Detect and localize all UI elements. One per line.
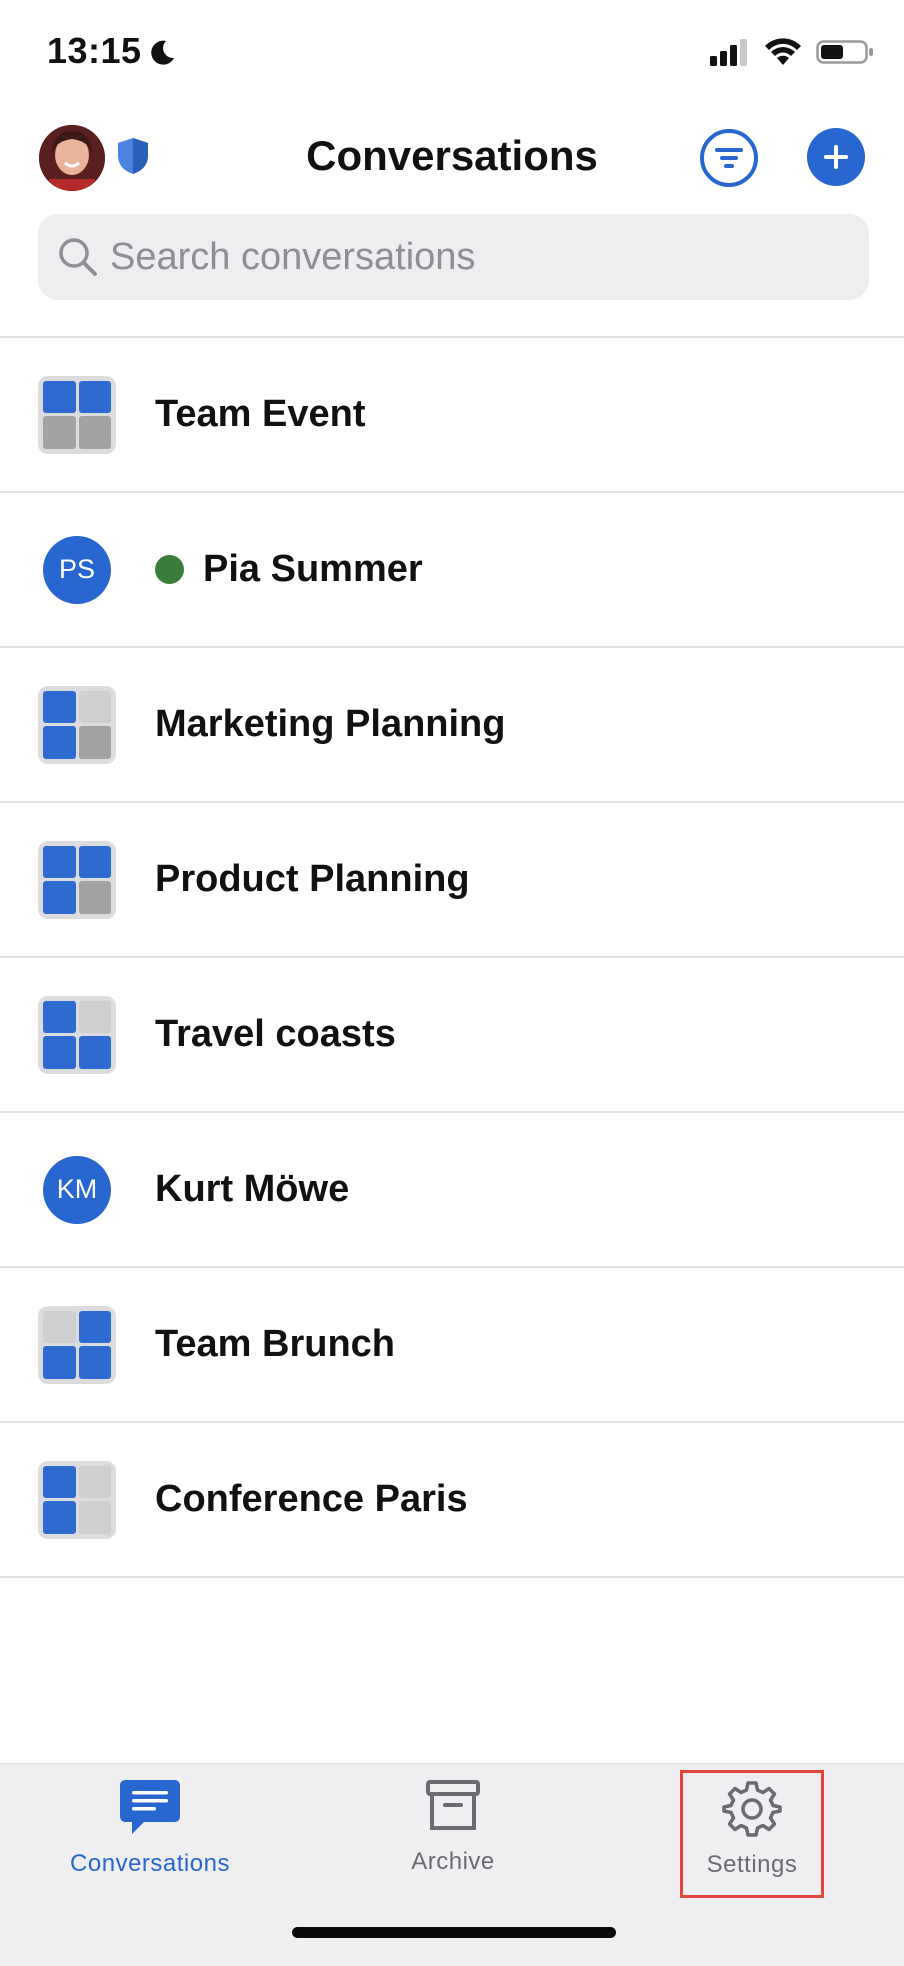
tab-label: Archive <box>411 1848 495 1875</box>
system-indicators <box>710 38 874 66</box>
group-avatar-icon <box>38 995 116 1074</box>
group-avatar-icon <box>38 1460 116 1539</box>
conversation-name: Pia Summer <box>203 548 423 590</box>
plus-icon <box>824 145 848 169</box>
group-avatar-icon <box>38 840 116 919</box>
conversation-row-team-event[interactable]: Team Event <box>0 338 904 493</box>
header: Conversations <box>0 110 904 210</box>
home-indicator-bar <box>292 1927 616 1938</box>
filter-icon <box>715 148 743 168</box>
group-avatar-icon <box>38 1305 116 1384</box>
gear-icon <box>722 1781 782 1837</box>
conversation-list: Team Event PS Pia Summer Marketing Plann… <box>0 336 904 1578</box>
initials-avatar: PS <box>43 535 111 604</box>
search-bar <box>38 214 869 300</box>
conversation-row-product-planning[interactable]: Product Planning <box>0 803 904 958</box>
filter-button[interactable] <box>700 129 758 187</box>
online-status-dot <box>155 555 184 584</box>
initials-avatar: KM <box>43 1155 111 1224</box>
battery-icon <box>816 40 873 64</box>
tab-settings[interactable]: Settings <box>680 1770 824 1898</box>
page-title: Conversations <box>306 132 598 179</box>
conversation-name: Team Event <box>155 393 366 435</box>
tab-label: Settings <box>706 1851 798 1878</box>
conversation-name: Travel coasts <box>155 1013 396 1055</box>
search-input[interactable] <box>110 235 830 279</box>
tab-label: Conversations <box>70 1850 230 1877</box>
conversation-row-marketing-planning[interactable]: Marketing Planning <box>0 648 904 803</box>
conversation-row-team-brunch[interactable]: Team Brunch <box>0 1268 904 1423</box>
wifi-icon <box>765 38 801 65</box>
status-bar: 13:15 <box>0 0 904 110</box>
conversation-name: Kurt Möwe <box>155 1168 350 1210</box>
conversation-name: Conference Paris <box>155 1478 468 1520</box>
search-icon <box>59 238 97 276</box>
conversation-name: Marketing Planning <box>155 703 506 745</box>
chat-bubble-icon <box>120 1780 180 1834</box>
group-avatar-icon <box>38 375 116 454</box>
signal-icon <box>710 39 747 66</box>
conversation-name: Team Brunch <box>155 1323 396 1365</box>
group-avatar-icon <box>38 685 116 764</box>
conversation-row-kurt-mowe[interactable]: KM Kurt Möwe <box>0 1113 904 1268</box>
new-conversation-button[interactable] <box>807 128 865 186</box>
moon-icon <box>151 40 174 65</box>
conversation-row-travel-coasts[interactable]: Travel coasts <box>0 958 904 1113</box>
conversation-name: Product Planning <box>155 858 470 900</box>
conversation-row-conference-paris[interactable]: Conference Paris <box>0 1423 904 1578</box>
conversation-row-pia-summer[interactable]: PS Pia Summer <box>0 493 904 648</box>
tab-conversations[interactable]: Conversations <box>70 1778 229 1878</box>
status-time: 13:15 <box>47 30 142 71</box>
archive-box-icon <box>426 1780 480 1830</box>
tab-archive[interactable]: Archive <box>378 1778 528 1876</box>
